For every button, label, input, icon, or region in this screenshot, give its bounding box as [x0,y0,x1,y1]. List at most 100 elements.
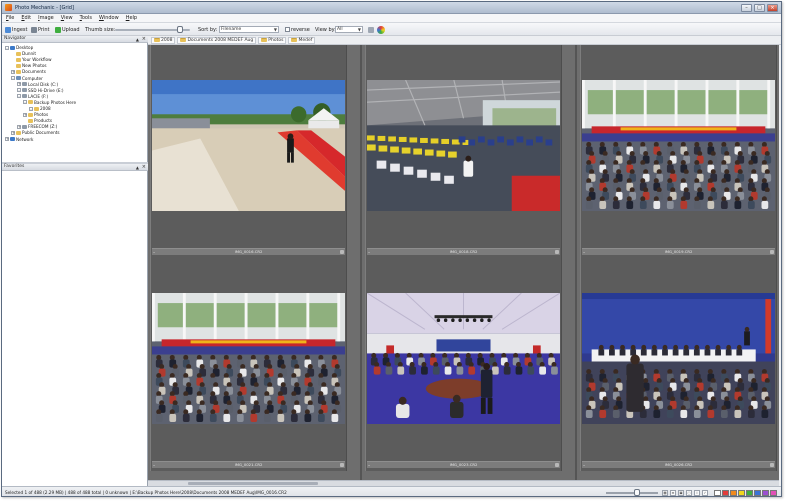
view-by-select[interactable]: All ▼ [335,26,363,33]
photo-cell[interactable]: • IMG_0016.CR2 [150,45,347,258]
tree-item[interactable]: - Desktop [5,45,33,50]
color-class-swatch[interactable] [746,490,753,496]
photo-caption-bar[interactable]: • IMG_0016.CR2 [152,248,345,255]
color-class-swatch[interactable] [770,490,777,496]
collapse-icon[interactable]: - [29,106,33,111]
rating-icon[interactable]: • [583,463,585,469]
tree-item[interactable]: - Backup Photos Here [23,100,76,105]
photo-caption-bar[interactable]: • IMG_0026.CR2 [582,461,775,468]
filter-button[interactable] [368,25,374,34]
rating-icon[interactable]: • [368,463,370,469]
tree-item[interactable]: Your Workflow [11,57,52,62]
color-class-swatch[interactable] [722,490,729,496]
zoom-slider[interactable] [606,489,658,496]
ingest-button[interactable]: Ingest [5,25,27,34]
color-class-button[interactable] [377,25,385,34]
tree-item[interactable]: - SSD Hi-Drive (E:) [17,88,64,93]
path-crumb[interactable]: Documents 2008 MEDEF Aug [177,36,257,44]
tree-item[interactable]: + Network [5,137,33,142]
scrollbar-thumb[interactable] [188,482,318,485]
expand-icon[interactable]: + [23,112,27,117]
tree-item[interactable]: + Local Disk (C:) [17,82,58,87]
path-crumb[interactable]: Photos [258,36,287,44]
rating-icon[interactable]: • [368,250,370,256]
info-button[interactable]: i [694,490,700,496]
photo-cell[interactable]: • IMG_0026.CR2 [580,258,777,471]
tag-checkbox-icon[interactable] [770,463,774,467]
print-button[interactable]: Print [31,25,50,34]
color-class-swatch[interactable] [714,490,721,496]
tree-item[interactable]: Products [23,118,52,123]
color-class-swatch[interactable] [738,490,745,496]
collapse-icon[interactable]: - [5,45,9,50]
photo-cell[interactable]: • IMG_0019.CR2 [580,45,777,258]
menu-view[interactable]: View [61,15,73,21]
close-icon[interactable]: × [142,164,146,170]
rating-icon[interactable]: • [153,250,155,256]
loupe-button[interactable]: ○ [686,490,692,496]
photo-thumbnail[interactable] [367,80,560,211]
maximize-button[interactable]: □ [754,4,765,12]
photo-thumbnail[interactable] [152,80,345,211]
collapse-icon[interactable]: - [11,76,15,80]
preview-button[interactable]: ▣ [678,490,684,496]
minimize-button[interactable]: – [741,4,752,12]
tree-item[interactable]: + Photos [23,112,48,117]
expand-icon[interactable]: + [17,124,21,129]
tree-item[interactable]: - 2008 [29,106,51,111]
photo-thumbnail[interactable] [582,80,775,211]
tree-item[interactable]: + Public Documents [11,130,60,135]
color-class-swatch[interactable] [754,490,761,496]
grid-view-button[interactable]: ▦ [662,490,668,496]
close-icon[interactable]: × [142,36,146,42]
collapse-icon[interactable]: - [23,100,27,105]
menu-edit[interactable]: Edit [21,15,31,21]
tag-checkbox-icon[interactable] [770,250,774,254]
reverse-toggle[interactable]: reverse [285,25,310,34]
photo-caption-bar[interactable]: • IMG_0023.CR2 [367,461,560,468]
tree-item[interactable]: - LACIE (F:) [17,94,48,99]
photo-cell[interactable]: • IMG_0018.CR2 [365,45,562,258]
reverse-checkbox[interactable] [285,27,290,32]
tree-item[interactable]: Dunnit [11,51,36,56]
tree-item[interactable]: + FREECOM (Z:) [17,124,57,129]
path-crumb[interactable]: Medef [288,36,316,44]
color-class-swatch[interactable] [762,490,769,496]
menu-tools[interactable]: Tools [80,15,92,21]
tag-checkbox-icon[interactable] [555,250,559,254]
list-view-button[interactable]: ≡ [670,490,676,496]
slider-thumb[interactable] [634,489,640,496]
expand-icon[interactable]: + [5,137,9,141]
expand-icon[interactable]: + [11,69,15,74]
rating-icon[interactable]: • [583,250,585,256]
tag-checkbox-icon[interactable] [555,463,559,467]
photo-caption-bar[interactable]: • IMG_0018.CR2 [367,248,560,255]
tree-item[interactable]: - Computer [11,76,43,81]
color-class-swatch[interactable] [730,490,737,496]
photo-thumbnail[interactable] [582,293,775,424]
expand-icon[interactable]: + [11,130,15,135]
menu-window[interactable]: Window [99,15,119,21]
photo-cell[interactable]: • IMG_0023.CR2 [365,258,562,471]
photo-thumbnail[interactable] [152,293,345,424]
pin-icon[interactable]: ▲ [136,165,139,171]
close-button[interactable]: × [767,4,778,12]
tree-item[interactable]: New Photos [11,63,47,68]
tag-button[interactable]: ✓ [702,490,708,496]
tag-checkbox-icon[interactable] [340,463,344,467]
path-crumb[interactable]: 2008 [151,36,176,44]
slider-thumb[interactable] [177,26,183,33]
thumbnail-size-slider[interactable] [115,26,190,33]
menu-file[interactable]: File [6,15,14,21]
expand-icon[interactable]: + [17,82,21,87]
rating-icon[interactable]: • [153,463,155,469]
tag-checkbox-icon[interactable] [340,250,344,254]
collapse-icon[interactable]: - [17,94,21,99]
tree-item[interactable]: + Documents [11,69,46,74]
menu-help[interactable]: Help [126,15,137,21]
photo-thumbnail[interactable] [367,293,560,424]
photo-cell[interactable]: • IMG_0021.CR2 [150,258,347,471]
sort-by-select[interactable]: Filename ▼ [219,26,279,33]
photo-caption-bar[interactable]: • IMG_0021.CR2 [152,461,345,468]
collapse-icon[interactable]: - [17,88,21,93]
